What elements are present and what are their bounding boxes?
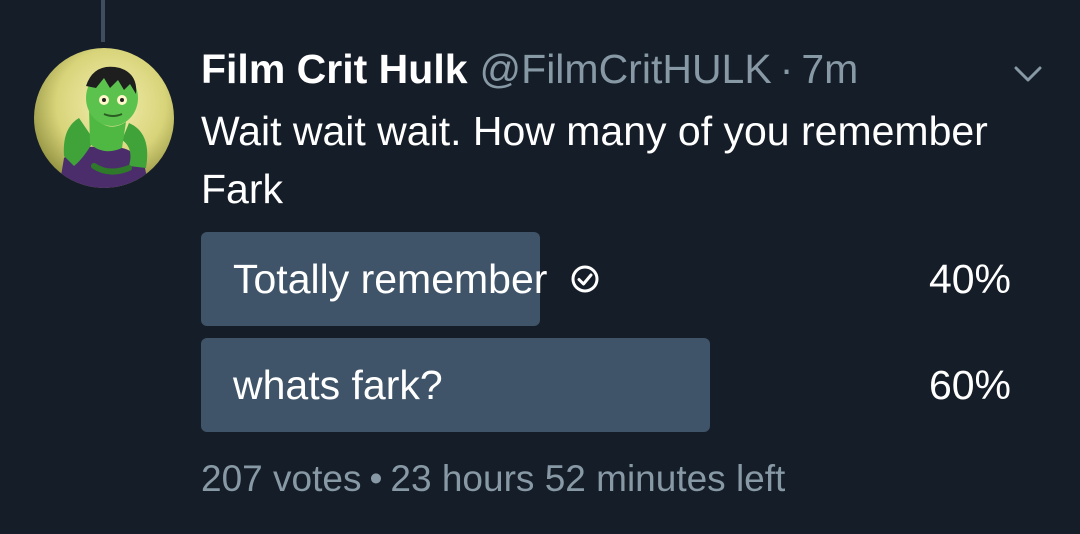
- hulk-avatar-icon: [34, 48, 174, 188]
- header-separator: ·: [779, 46, 794, 92]
- tweet-header: Film Crit Hulk @FilmCritHULK · 7m: [201, 44, 858, 94]
- poll-option-percent: 40%: [928, 255, 1011, 302]
- poll-option-percent: 60%: [928, 361, 1011, 408]
- avatar[interactable]: [34, 48, 174, 188]
- poll-option-whats-fark[interactable]: whats fark? 60%: [201, 338, 1021, 432]
- tweet-text: Wait wait wait. How many of you remember…: [201, 108, 988, 212]
- poll-option-label: Totally remember: [233, 255, 548, 302]
- chevron-down-icon: [1014, 66, 1042, 82]
- tweet-timestamp[interactable]: 7m: [801, 44, 858, 94]
- poll-vote-count: 207 votes: [201, 458, 362, 499]
- poll-option-totally-remember[interactable]: Totally remember 40%: [201, 232, 1021, 326]
- poll-footer-separator: •: [369, 458, 383, 499]
- tweet-menu-button[interactable]: [1008, 56, 1048, 92]
- display-name[interactable]: Film Crit Hulk: [201, 44, 468, 94]
- user-handle[interactable]: @FilmCritHULK: [480, 44, 772, 94]
- check-circle-icon: [569, 263, 601, 295]
- poll-footer: 207 votes • 23 hours 52 minutes left: [201, 454, 785, 504]
- poll-option-label-wrap: whats fark?: [233, 338, 443, 432]
- poll-option-label: whats fark?: [233, 361, 443, 408]
- thread-connector-line: [101, 0, 105, 42]
- poll-time-left: 23 hours 52 minutes left: [390, 458, 786, 499]
- poll-option-label-wrap: Totally remember: [233, 232, 601, 326]
